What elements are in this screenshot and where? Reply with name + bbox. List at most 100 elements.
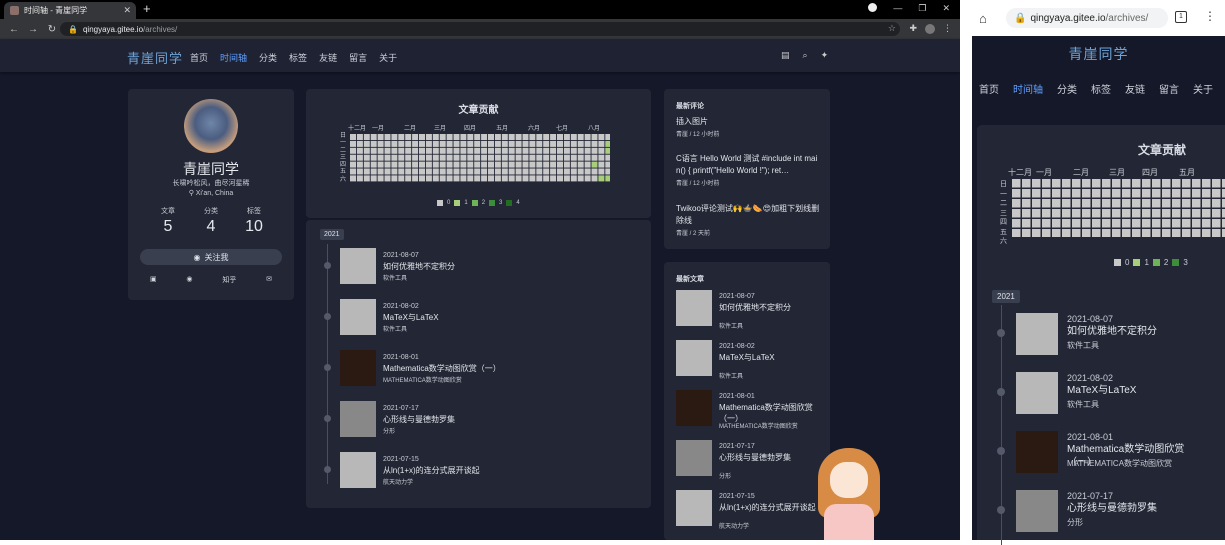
- heatmap-cell[interactable]: [543, 161, 550, 168]
- heatmap-cell[interactable]: [363, 175, 370, 182]
- heatmap-cell[interactable]: [405, 134, 412, 140]
- heatmap-cell[interactable]: [1062, 179, 1071, 188]
- heatmap-cell[interactable]: [1102, 229, 1111, 237]
- heatmap-cell[interactable]: [557, 154, 563, 161]
- heatmap-cell[interactable]: [1102, 189, 1111, 198]
- heatmap-cell[interactable]: [536, 154, 543, 161]
- heatmap-cell[interactable]: [550, 175, 557, 182]
- heatmap-cell[interactable]: [522, 168, 529, 175]
- heatmap-cell[interactable]: [432, 161, 439, 168]
- heatmap-cell[interactable]: [412, 161, 419, 168]
- heatmap-cell[interactable]: [1122, 189, 1131, 198]
- heatmap-cell[interactable]: [363, 168, 370, 175]
- heatmap-cell[interactable]: [1182, 219, 1191, 228]
- heatmap-cell[interactable]: [370, 161, 377, 168]
- heatmap-cell[interactable]: [412, 134, 419, 140]
- heatmap-cell[interactable]: [439, 147, 446, 154]
- menu-item-active[interactable]: 时间轴: [1013, 81, 1043, 96]
- heatmap-cell[interactable]: [419, 134, 425, 140]
- heatmap-cell[interactable]: [515, 175, 522, 182]
- heatmap-cell[interactable]: [522, 134, 529, 140]
- heatmap-cell[interactable]: [384, 147, 391, 154]
- heatmap-cell[interactable]: [584, 168, 591, 175]
- heatmap-cell[interactable]: [1192, 189, 1201, 198]
- site-brand[interactable]: 青崖同学: [127, 48, 183, 67]
- heatmap-cell[interactable]: [570, 147, 577, 154]
- heatmap-cell[interactable]: [536, 161, 543, 168]
- heatmap-cell[interactable]: [1032, 209, 1041, 218]
- heatmap-cell[interactable]: [474, 134, 481, 140]
- site-brand[interactable]: 青崖同学: [972, 44, 1225, 64]
- post-thumbnail[interactable]: [1016, 313, 1058, 355]
- heatmap-cell[interactable]: [494, 175, 501, 182]
- timeline-post[interactable]: 2021-08-01 Mathematica数学动图欣赏（一） MATHEMATIC…: [997, 431, 1225, 479]
- heatmap-cell[interactable]: [1052, 199, 1061, 208]
- heatmap-cell[interactable]: [591, 134, 598, 140]
- follow-button[interactable]: ◉ 关注我: [140, 249, 282, 265]
- close-tab-icon[interactable]: ✕: [123, 5, 131, 16]
- menu-item[interactable]: 分类: [259, 51, 277, 64]
- heatmap-cell[interactable]: [1212, 179, 1221, 188]
- heatmap-cell[interactable]: [1112, 189, 1121, 198]
- heatmap-cell[interactable]: [1132, 219, 1141, 228]
- heatmap-cell[interactable]: [356, 134, 363, 140]
- post-title[interactable]: 从ln(1+x)的连分式展开谈起: [383, 465, 480, 476]
- heatmap-cell[interactable]: [439, 161, 446, 168]
- heatmap-cell[interactable]: [1042, 189, 1051, 198]
- post-category[interactable]: 软件工具: [1067, 340, 1099, 351]
- heatmap-cell[interactable]: [488, 147, 494, 154]
- comment-item[interactable]: 插入图片 青崖 / 12 小时前: [676, 116, 820, 138]
- profile-icon[interactable]: [868, 3, 878, 12]
- heatmap-cell[interactable]: [591, 147, 598, 154]
- heatmap-cell[interactable]: [460, 140, 467, 147]
- heatmap-cell[interactable]: [494, 134, 501, 140]
- heatmap-cell[interactable]: [474, 161, 481, 168]
- heatmap-cell[interactable]: [584, 140, 591, 147]
- post-title[interactable]: MaTeX与LaTeX: [719, 352, 823, 363]
- heatmap-cell[interactable]: [439, 175, 446, 182]
- heatmap-cell[interactable]: [405, 147, 412, 154]
- close-window-icon[interactable]: ✕: [942, 3, 950, 14]
- heatmap-cell[interactable]: [356, 147, 363, 154]
- heatmap-cell[interactable]: [398, 140, 405, 147]
- heatmap-cell[interactable]: [522, 161, 529, 168]
- heatmap-cell[interactable]: [577, 134, 584, 140]
- heatmap-cell[interactable]: [1142, 179, 1151, 188]
- timeline-post[interactable]: 2021-08-01 Mathematica数学动图欣赏（一） MATHEMATIC…: [321, 350, 641, 390]
- post-thumbnail[interactable]: [340, 350, 376, 386]
- heatmap-cell[interactable]: [1102, 209, 1111, 218]
- heatmap-cell[interactable]: [550, 161, 557, 168]
- menu-item[interactable]: 关于: [379, 51, 397, 64]
- new-tab-button[interactable]: +: [143, 1, 151, 16]
- heatmap-cell[interactable]: [1212, 219, 1221, 228]
- heatmap-cell[interactable]: [467, 134, 474, 140]
- heatmap-cell[interactable]: [1082, 199, 1091, 208]
- heatmap-cell[interactable]: [1062, 219, 1071, 228]
- heatmap-cell[interactable]: [1192, 209, 1201, 218]
- post-title[interactable]: Mathematica数学动图欣赏（一）: [383, 363, 501, 374]
- back-icon[interactable]: ←: [9, 24, 19, 35]
- heatmap-cell[interactable]: [508, 154, 515, 161]
- heatmap-cell[interactable]: [419, 175, 425, 182]
- heatmap-cell[interactable]: [1172, 209, 1181, 218]
- heatmap-cell[interactable]: [467, 175, 474, 182]
- heatmap-cell[interactable]: [391, 168, 398, 175]
- heatmap-cell[interactable]: [1132, 229, 1141, 237]
- heatmap-cell[interactable]: [377, 140, 384, 147]
- heatmap-cell[interactable]: [405, 175, 412, 182]
- heatmap-cell[interactable]: [439, 134, 446, 140]
- post-thumbnail[interactable]: [676, 290, 712, 326]
- heatmap-cell[interactable]: [377, 161, 384, 168]
- heatmap-cell[interactable]: [370, 147, 377, 154]
- heatmap-cell[interactable]: [536, 147, 543, 154]
- heatmap-cell[interactable]: [363, 140, 370, 147]
- heatmap-cell[interactable]: [529, 175, 536, 182]
- heatmap-cell[interactable]: [350, 147, 356, 154]
- heatmap-cell[interactable]: [439, 140, 446, 147]
- post-title[interactable]: 心形线与曼德勃罗集: [383, 414, 455, 425]
- heatmap-cell[interactable]: [446, 175, 453, 182]
- heatmap-cell[interactable]: [1212, 229, 1221, 237]
- heatmap-cell[interactable]: [350, 168, 356, 175]
- heatmap-cell[interactable]: [1202, 229, 1211, 237]
- heatmap-cell[interactable]: [398, 161, 405, 168]
